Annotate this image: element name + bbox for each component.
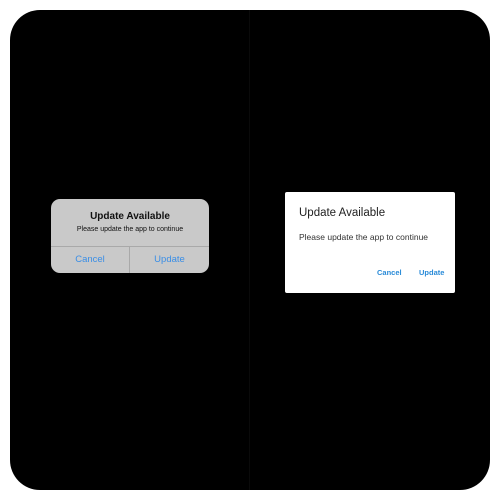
material-cancel-button[interactable]: Cancel [377,268,402,277]
ios-update-button[interactable]: Update [130,247,209,273]
ios-cancel-button[interactable]: Cancel [51,247,129,273]
material-dialog-title: Update Available [299,207,386,219]
device-screen: Update Available Please update the app t… [10,10,490,490]
material-update-button[interactable]: Update [419,268,444,277]
ios-dialog-title: Update Available [90,211,170,222]
material-update-dialog: Update Available Please update the app t… [285,192,455,293]
screen-divider [249,10,250,490]
ios-dialog-message: Please update the app to continue [76,226,184,233]
material-dialog-message: Please update the app to continue [299,232,429,242]
ios-update-dialog: Update Available Please update the app t… [51,199,209,273]
